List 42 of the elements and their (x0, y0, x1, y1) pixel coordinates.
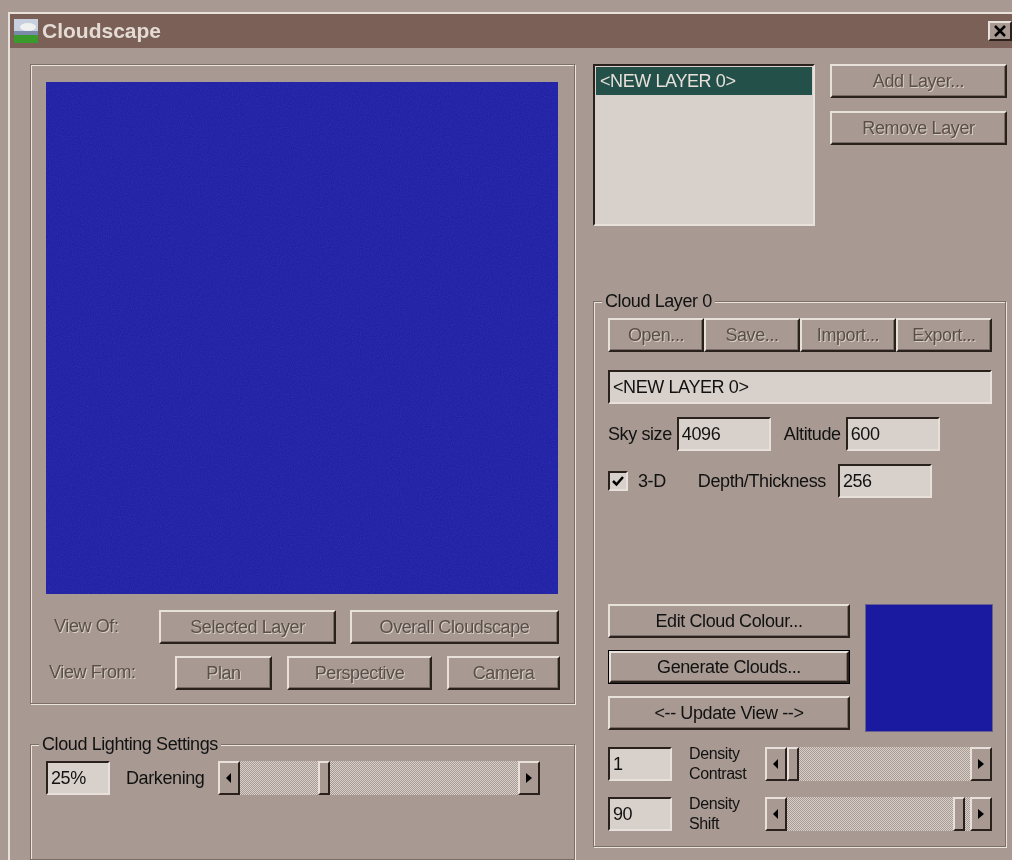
left-arrow-icon (226, 773, 233, 783)
slider-thumb[interactable] (787, 747, 799, 781)
action-button[interactable]: Generate Clouds... (608, 650, 850, 684)
right-arrow-icon (978, 809, 984, 819)
check-icon (612, 475, 624, 487)
altitude-label: Altitude (783, 423, 841, 445)
right-arrow-icon (978, 759, 984, 769)
scroll-left-button[interactable] (765, 747, 787, 781)
depth-label: Depth/Thickness (697, 470, 826, 492)
layer-list-item[interactable]: <NEW LAYER 0> (596, 67, 812, 95)
sky-size-label: Sky size (608, 423, 672, 445)
slider-thumb[interactable] (317, 761, 330, 795)
three-d-label: 3-D (638, 470, 666, 492)
darkening-label: Darkening (126, 767, 205, 789)
action-button[interactable]: <-- Update View --> (608, 696, 850, 730)
layer-name-field[interactable]: <NEW LAYER 0> (608, 370, 992, 404)
left-arrow-icon (773, 759, 779, 769)
window-title: Cloudscape (42, 19, 162, 43)
slider-thumb[interactable] (952, 797, 965, 831)
view-of-label: View Of: (54, 616, 119, 637)
density-field[interactable]: 90 (608, 797, 672, 831)
density-field[interactable]: 1 (608, 747, 672, 781)
right-arrow-icon (526, 773, 533, 783)
left-arrow-icon (773, 809, 779, 819)
darkening-field[interactable]: 25% (46, 761, 110, 795)
depth-field[interactable]: 256 (837, 464, 932, 498)
scroll-right-button[interactable] (518, 761, 541, 795)
scroll-left-button[interactable] (765, 797, 787, 831)
three-d-checkbox[interactable] (608, 471, 628, 491)
density-label: Density Shift (689, 794, 741, 834)
app-icon (14, 19, 38, 43)
scroll-right-button[interactable] (970, 797, 992, 831)
altitude-field[interactable]: 600 (845, 417, 940, 451)
density-label: Density Contrast (689, 744, 748, 784)
action-button[interactable]: Edit Cloud Colour... (608, 604, 850, 638)
sky-size-field[interactable]: 4096 (676, 417, 771, 451)
scroll-left-button[interactable] (218, 761, 241, 795)
close-button[interactable] (988, 21, 1012, 41)
close-icon (994, 25, 1006, 37)
layer-list[interactable]: <NEW LAYER 0> (593, 64, 815, 226)
view-from-label: View From: (49, 662, 136, 683)
scroll-right-button[interactable] (970, 747, 992, 781)
